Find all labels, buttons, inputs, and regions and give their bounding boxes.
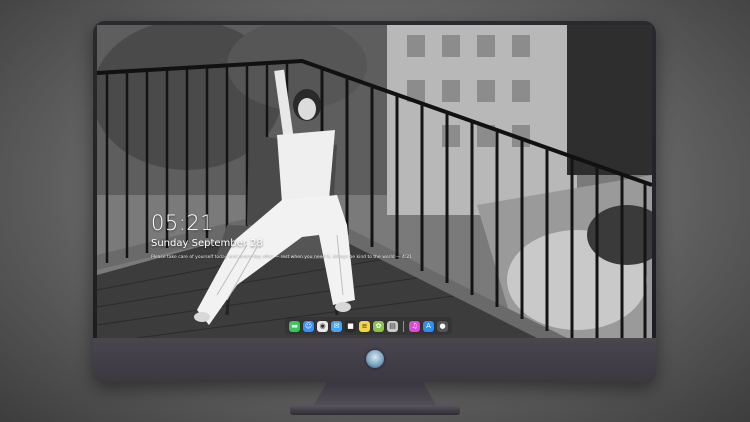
brand-logo-icon [366, 350, 384, 368]
dock: ▬ ☺ ◉ ✉ ■ ≡ ✿ ▤ ♫ A ● [285, 317, 452, 335]
calendar-icon[interactable]: ▤ [387, 320, 398, 332]
app-store-icon[interactable]: A [423, 320, 434, 332]
lock-screen-time: 05:21 [151, 211, 215, 235]
music-icon[interactable]: ♫ [409, 320, 420, 332]
mail-icon[interactable]: ✉ [331, 320, 342, 332]
camera-icon[interactable]: ● [437, 320, 448, 332]
notes-icon[interactable]: ≡ [359, 320, 370, 332]
lock-screen-quote: Please take care of yourself today and e… [151, 255, 413, 260]
clapper-icon[interactable]: ■ [345, 320, 356, 332]
monitor-stand-base [290, 405, 460, 415]
lock-screen-date: Sunday September 28 [151, 238, 263, 249]
messages-icon[interactable]: ▬ [289, 320, 300, 332]
wallpaper-image [97, 25, 652, 338]
photos-icon[interactable]: ✿ [373, 320, 384, 332]
screen: 05:21 Sunday September 28 Please take ca… [97, 25, 652, 338]
finder-icon[interactable]: ☺ [303, 320, 314, 332]
safari-icon[interactable]: ◉ [317, 320, 328, 332]
dock-separator [403, 320, 404, 332]
